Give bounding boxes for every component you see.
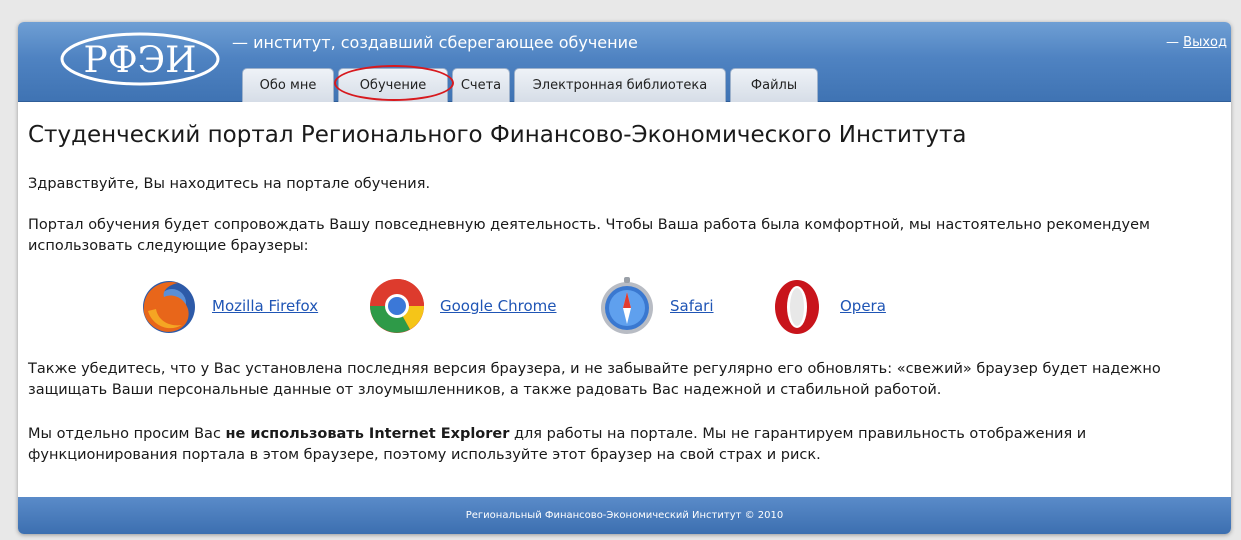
safari-link[interactable]: Safari	[670, 297, 714, 315]
ie-warning-start: Мы отдельно просим Вас	[28, 426, 226, 442]
ie-warning-bold: не использовать Internet Explorer	[225, 426, 510, 442]
footer-bar: Региональный Финансово-Экономический Инс…	[18, 497, 1231, 534]
opera-icon[interactable]	[766, 275, 828, 337]
site-tagline: — институт, создавший сберегающее обучен…	[232, 33, 638, 52]
page-title: Студенческий портал Регионального Финанс…	[28, 122, 967, 148]
logout-link[interactable]: Выход	[1183, 35, 1227, 50]
safari-icon[interactable]	[596, 275, 658, 337]
logout-prefix: —	[1166, 35, 1184, 50]
intro-text: Портал обучения будет сопровождать Вашу …	[28, 217, 1150, 254]
footer-copyright: Региональный Финансово-Экономический Инс…	[465, 510, 784, 521]
tab-e-library[interactable]: Электронная библиотека	[514, 68, 726, 102]
firefox-link[interactable]: Mozilla Firefox	[212, 297, 318, 315]
browser-list: Mozilla Firefox Google Chrome Safari Ope…	[138, 273, 1138, 339]
tab-learning[interactable]: Обучение	[334, 65, 454, 102]
greeting-text: Здравствуйте, Вы находитесь на портале о…	[28, 176, 431, 192]
browser-item-chrome: Google Chrome	[366, 273, 557, 339]
firefox-icon[interactable]	[138, 275, 200, 337]
tab-about-me[interactable]: Обо мне	[242, 68, 334, 102]
tab-accounts[interactable]: Счета	[452, 68, 510, 102]
rfei-logo: РФЭИ	[60, 32, 220, 86]
logout-area: — Выход	[1166, 35, 1227, 50]
opera-link[interactable]: Opera	[840, 297, 886, 315]
header-bar: РФЭИ — институт, создавший сберегающее о…	[18, 22, 1231, 102]
ie-warning-text: Мы отдельно просим Вас не использовать I…	[28, 424, 1223, 466]
main-tabs: Обо мне Обучение Счета Электронная библи…	[242, 65, 818, 102]
chrome-link[interactable]: Google Chrome	[440, 297, 557, 315]
browser-item-safari: Safari	[596, 273, 714, 339]
browser-item-firefox: Mozilla Firefox	[138, 273, 318, 339]
svg-text:РФЭИ: РФЭИ	[83, 40, 196, 81]
tab-learning-label: Обучение	[359, 78, 427, 93]
chrome-icon[interactable]	[366, 275, 428, 337]
page-frame: РФЭИ — институт, создавший сберегающее о…	[18, 22, 1231, 534]
tab-files[interactable]: Файлы	[730, 68, 818, 102]
update-note-text: Также убедитесь, что у Вас установлена п…	[28, 361, 1161, 398]
browser-item-opera: Opera	[766, 273, 886, 339]
